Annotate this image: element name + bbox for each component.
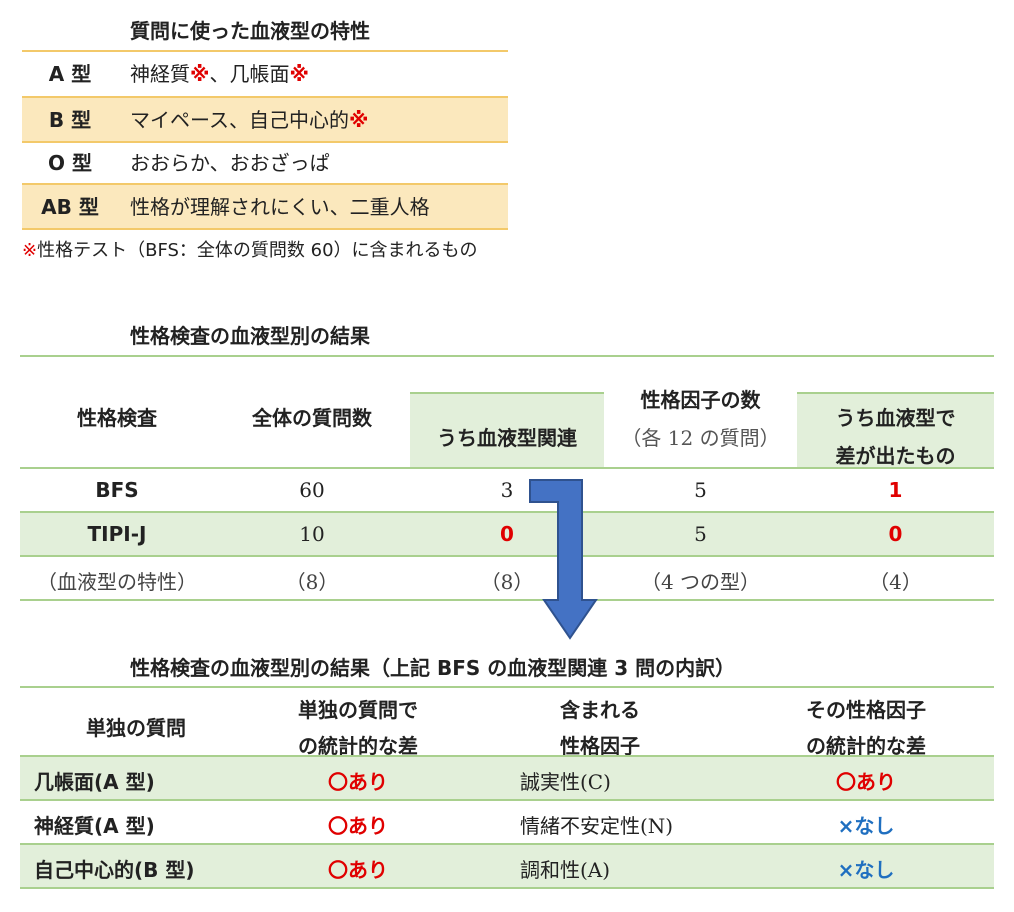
- header-fdiff-line1: その性格因子: [806, 698, 926, 722]
- factor-diff: ×なし: [837, 858, 895, 882]
- question-label: 自己中心的(B 型): [34, 858, 195, 882]
- factor-count: 5: [694, 522, 707, 546]
- factor-count: 5: [694, 478, 707, 502]
- factor-diff: 〇あり: [836, 770, 896, 794]
- table1-bottom-line: [22, 228, 508, 230]
- test-name: BFS: [95, 478, 139, 502]
- blood-type-label: B 型: [48, 108, 92, 132]
- factor-label: 調和性(A): [520, 858, 611, 882]
- table1-row-ab: AB 型 性格が理解されにくい、二重人格: [22, 185, 508, 229]
- blood-type-label: AB 型: [41, 195, 99, 219]
- table1-title: 質問に使った血液型の特性: [130, 19, 370, 43]
- table2-title: 性格検査の血液型別の結果: [130, 324, 370, 348]
- header-question: 単独の質問: [86, 716, 186, 740]
- blood-type-label: O 型: [48, 151, 92, 175]
- single-diff: 〇あり: [328, 770, 388, 794]
- table1-row-b: B 型 マイペース、自己中心的※: [22, 98, 508, 142]
- test-name: TIPI-J: [87, 522, 147, 546]
- header-line-diff: [797, 392, 994, 394]
- table3-row: 自己中心的(B 型) 〇あり 調和性(A) ×なし: [20, 845, 994, 887]
- table2-top-line: [20, 355, 994, 357]
- trait-text: 神経質※、几帳面※: [130, 62, 309, 86]
- header-factors-sub: （各 12 の質問）: [621, 426, 780, 450]
- diff-count: 0: [888, 522, 903, 546]
- table1-row-o: O 型 おおらか、おおざっぱ: [22, 141, 508, 185]
- table3-top-line: [20, 686, 994, 688]
- table2-row-bloodtype: （血液型の特性） （8） （8） （4 つの型） （4）: [20, 557, 994, 599]
- table1-footnote: ※性格テスト（BFS：全体の質問数 60）に含まれるもの: [22, 240, 478, 261]
- header-single-line1: 単独の質問で: [298, 698, 418, 722]
- header-total: 全体の質問数: [252, 406, 372, 430]
- diff-count: 1: [888, 478, 903, 502]
- total-count: 60: [299, 478, 325, 502]
- table3-row: 神経質(A 型) 〇あり 情緒不安定性(N) ×なし: [20, 801, 994, 843]
- trait-text: 性格が理解されにくい、二重人格: [130, 195, 430, 219]
- header-blood: うち血液型関連: [437, 426, 577, 450]
- table2-row-tipij: TIPI-J 10 0 5 0: [20, 513, 994, 555]
- header-line-blood: [410, 392, 604, 394]
- table2-row-bfs: BFS 60 3 5 1: [20, 469, 994, 511]
- factor-label: 情緒不安定性(N): [520, 814, 674, 838]
- total-count: 10: [299, 522, 325, 546]
- total-count: （8）: [285, 570, 339, 594]
- trait-text: マイペース、自己中心的※: [130, 108, 369, 132]
- header-factor-line1: 含まれる: [560, 698, 640, 722]
- table2-bottom-line: [20, 599, 994, 601]
- header-diff-line2: 差が出たもの: [835, 444, 956, 468]
- trait-text: おおらか、おおざっぱ: [130, 151, 330, 175]
- header-test: 性格検査: [77, 406, 157, 430]
- test-name: （血液型の特性）: [37, 570, 197, 594]
- factor-count: （4 つの型）: [640, 570, 761, 594]
- header-diff-line1: うち血液型で: [835, 406, 956, 430]
- table1-row-a: A 型 神経質※、几帳面※: [22, 52, 508, 96]
- diff-count: （4）: [869, 570, 922, 594]
- question-label: 几帳面(A 型): [34, 770, 155, 794]
- down-arrow-icon: [529, 479, 598, 640]
- single-diff: 〇あり: [328, 858, 388, 882]
- blood-type-label: A 型: [48, 62, 92, 86]
- factor-label: 誠実性(C): [520, 770, 611, 794]
- header-factors: 性格因子の数: [640, 388, 761, 412]
- table3-bottom-line: [20, 887, 994, 889]
- table3-title: 性格検査の血液型別の結果（上記 BFS の血液型関連 3 問の内訳）: [130, 656, 736, 680]
- single-diff: 〇あり: [328, 814, 388, 838]
- factor-diff: ×なし: [837, 814, 895, 838]
- question-label: 神経質(A 型): [34, 814, 155, 838]
- table3-row: 几帳面(A 型) 〇あり 誠実性(C) 〇あり: [20, 757, 994, 799]
